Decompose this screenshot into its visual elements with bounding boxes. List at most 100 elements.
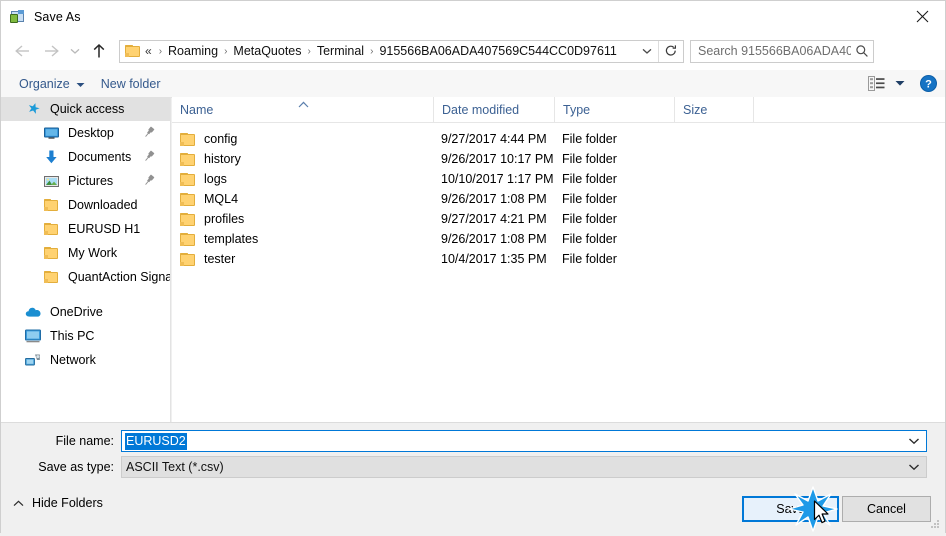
file-name-cell[interactable]: history (172, 152, 433, 166)
file-date-cell: 9/27/2017 4:21 PM (441, 212, 547, 226)
file-date-cell: 9/26/2017 1:08 PM (441, 232, 547, 246)
column-header-name[interactable]: Name (172, 97, 433, 122)
pin-icon[interactable] (143, 174, 155, 187)
hide-folders-label: Hide Folders (32, 496, 103, 510)
breadcrumb-item-metaquotes[interactable]: MetaQuotes (232, 44, 302, 58)
breadcrumb-item-roaming[interactable]: Roaming (167, 44, 219, 58)
sidebar-item-desktop[interactable]: Desktop (1, 121, 170, 145)
hide-folders-button[interactable]: Hide Folders (13, 492, 103, 514)
address-bar[interactable]: « › Roaming › MetaQuotes › Terminal › 91… (119, 39, 684, 63)
file-name-cell[interactable]: MQL4 (172, 192, 433, 206)
file-type-cell: File folder (562, 212, 617, 226)
table-row[interactable]: profiles 9/27/2017 4:21 PM File folder (172, 209, 945, 229)
sidebar-item-onedrive[interactable]: OneDrive (1, 300, 170, 324)
forward-button[interactable] (37, 37, 65, 65)
address-dropdown-button[interactable] (636, 41, 658, 62)
folder-icon (180, 192, 195, 206)
desktop-icon (41, 125, 61, 141)
file-type-cell: File folder (562, 172, 617, 186)
search-input[interactable]: Search 915566BA06ADA40756... (691, 44, 851, 58)
refresh-icon (665, 45, 676, 56)
breadcrumb-overflow[interactable]: « (145, 44, 154, 58)
table-row[interactable]: config 9/27/2017 4:44 PM File folder (172, 129, 945, 149)
sidebar-item-eurusd-h1[interactable]: EURUSD H1 (1, 217, 170, 241)
save-button-label: Save (776, 502, 805, 516)
close-button[interactable] (899, 1, 945, 32)
chevron-down-icon (642, 48, 652, 54)
file-name-label: MQL4 (204, 192, 239, 206)
sidebar-item-pictures[interactable]: Pictures (1, 169, 170, 193)
view-layout-icon (867, 76, 884, 91)
file-type-cell: File folder (562, 252, 617, 266)
file-name-cell[interactable]: logs (172, 172, 433, 186)
sidebar-item-label: Documents (68, 150, 132, 164)
folder-icon (180, 132, 195, 146)
sidebar-item-this-pc[interactable]: This PC (1, 324, 170, 348)
file-name-input[interactable]: EURUSD2 (121, 430, 927, 452)
this-pc-icon (23, 328, 43, 344)
breadcrumb-separator: › (224, 45, 228, 57)
column-header-label: Size (683, 102, 708, 117)
sidebar-item-label: Downloaded (68, 198, 138, 212)
file-name-label: File name: (55, 434, 114, 448)
back-arrow-icon (15, 45, 29, 57)
column-header-label: Name (180, 102, 214, 117)
table-row[interactable]: tester 10/4/2017 1:35 PM File folder (172, 249, 945, 269)
column-header-date-modified[interactable]: Date modified (433, 97, 554, 122)
pin-icon[interactable] (143, 150, 155, 163)
file-name-cell[interactable]: profiles (172, 212, 433, 226)
up-button[interactable] (85, 37, 113, 65)
table-row[interactable]: templates 9/26/2017 1:08 PM File folder (172, 229, 945, 249)
window-title: Save As (34, 9, 81, 24)
file-name-cell[interactable]: tester (172, 252, 433, 266)
app-icon (10, 9, 26, 25)
cancel-button[interactable]: Cancel (842, 496, 931, 522)
column-header-type[interactable]: Type (554, 97, 674, 122)
sidebar-item-my-work[interactable]: My Work (1, 241, 170, 265)
back-button[interactable] (9, 37, 37, 65)
folder-icon (41, 221, 61, 237)
search-box[interactable]: Search 915566BA06ADA40756... (690, 39, 874, 63)
table-row[interactable]: MQL4 9/26/2017 1:08 PM File folder (172, 189, 945, 209)
file-date-cell: 9/26/2017 10:17 PM (441, 152, 554, 166)
table-row[interactable]: history 9/26/2017 10:17 PM File folder (172, 149, 945, 169)
documents-icon (41, 149, 61, 165)
folder-icon (180, 232, 195, 246)
resize-grip-icon[interactable] (929, 518, 941, 530)
view-layout-button[interactable] (863, 70, 889, 97)
sidebar-item-network[interactable]: Network (1, 348, 170, 372)
breadcrumb-item-guid[interactable]: 915566BA06ADA407569C544CC0D97611 (378, 44, 617, 58)
sidebar-item-label: QuantAction Signal (68, 270, 170, 284)
pin-icon[interactable] (143, 126, 155, 139)
file-name-dropdown-button[interactable] (902, 431, 926, 451)
sidebar-item-downloaded[interactable]: Downloaded (1, 193, 170, 217)
view-dropdown-button[interactable] (889, 70, 911, 97)
new-folder-label: New folder (100, 76, 161, 91)
sidebar-item-quantaction-signal[interactable]: QuantAction Signal (1, 265, 170, 289)
star-pin-icon (23, 101, 43, 117)
sidebar-item-quick-access[interactable]: Quick access (1, 97, 170, 121)
table-row[interactable]: logs 10/10/2017 1:17 PM File folder (172, 169, 945, 189)
breadcrumb-separator: › (307, 45, 311, 57)
file-name-label: profiles (204, 212, 245, 226)
refresh-button[interactable] (658, 40, 683, 62)
save-as-type-dropdown-button[interactable] (902, 457, 926, 477)
organize-button[interactable]: Organize (11, 70, 93, 97)
sidebar-item-documents[interactable]: Documents (1, 145, 170, 169)
breadcrumb-item-terminal[interactable]: Terminal (316, 44, 365, 58)
recent-locations-button[interactable] (65, 37, 85, 65)
navigation-pane: Quick access Desktop Documents Pictures … (1, 97, 171, 422)
save-button[interactable]: Save (742, 496, 839, 522)
help-button[interactable]: ? (911, 70, 945, 97)
file-name-cell[interactable]: templates (172, 232, 433, 246)
file-name-cell[interactable]: config (172, 132, 433, 146)
save-as-type-select[interactable]: ASCII Text (*.csv) (121, 456, 927, 478)
new-folder-button[interactable]: New folder (93, 70, 169, 97)
file-name-value[interactable]: EURUSD2 (125, 432, 187, 450)
column-header-size[interactable]: Size (674, 97, 753, 122)
sidebar-item-label: This PC (50, 329, 95, 343)
navigation-bar: « › Roaming › MetaQuotes › Terminal › 91… (1, 32, 945, 70)
search-icon[interactable] (851, 44, 873, 58)
up-arrow-icon (93, 43, 105, 57)
